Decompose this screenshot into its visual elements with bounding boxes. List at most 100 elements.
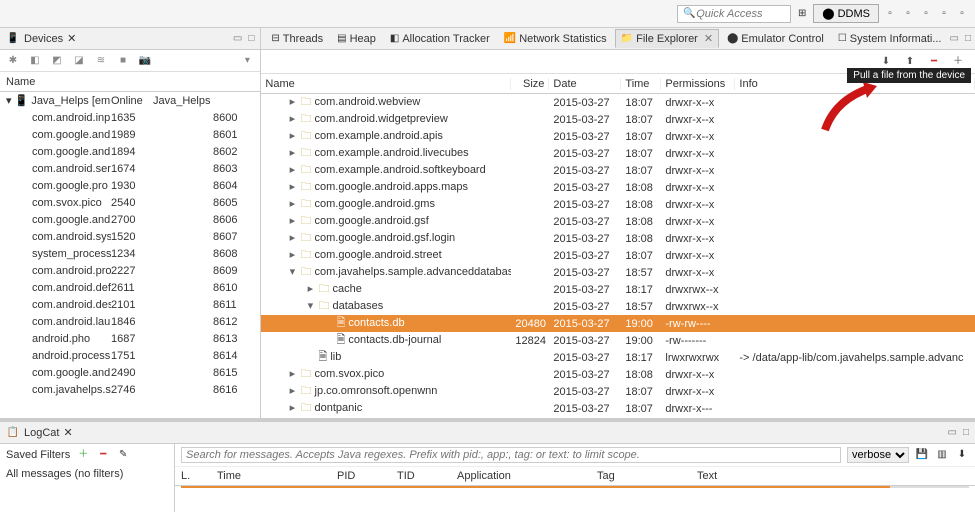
tab-threads[interactable]: ⊟Threads xyxy=(265,30,329,48)
file-row[interactable]: ▸ 🗀 com.google.android.street 2015-03-27… xyxy=(261,247,975,264)
process-row[interactable]: com.google.and18948602 xyxy=(0,143,260,160)
col-level[interactable]: L. xyxy=(181,470,197,482)
logcat-scrollbar[interactable] xyxy=(181,486,969,488)
file-row[interactable]: ▸ 🗀 com.example.android.softkeyboard 201… xyxy=(261,162,975,179)
process-row[interactable]: com.android.inp16358600 xyxy=(0,109,260,126)
process-row[interactable]: com.android.sys15208607 xyxy=(0,228,260,245)
file-row[interactable]: ▸ 🗀 com.android.widgetpreview 2015-03-27… xyxy=(261,111,975,128)
process-row[interactable]: android.pho16878613 xyxy=(0,330,260,347)
close-icon[interactable]: ✕ xyxy=(63,426,72,439)
file-explorer-tree[interactable]: ▸ 🗀 com.android.webview 2015-03-27 18:07… xyxy=(261,94,975,418)
screenshot-icon[interactable]: 📷 xyxy=(138,54,152,68)
dump-hprof-icon[interactable]: ◩ xyxy=(50,54,64,68)
col-tid[interactable]: TID xyxy=(397,470,437,482)
file-row[interactable]: ▸ 🗀 com.google.android.gsf.login 2015-03… xyxy=(261,230,975,247)
quick-access-search[interactable]: 🔍 xyxy=(677,5,791,23)
process-row[interactable]: com.android.ser16748603 xyxy=(0,160,260,177)
toolbar-icon-2[interactable]: ▫ xyxy=(901,7,915,21)
process-row[interactable]: com.android.def26118610 xyxy=(0,279,260,296)
process-row[interactable]: com.google.and19898601 xyxy=(0,126,260,143)
maximize-icon[interactable]: □ xyxy=(963,427,969,438)
process-row[interactable]: android.process17518614 xyxy=(0,347,260,364)
process-row[interactable]: com.google.pro19308604 xyxy=(0,177,260,194)
file-row[interactable]: ▸ 🗀 com.google.android.gsf 2015-03-27 18… xyxy=(261,213,975,230)
tab-heap[interactable]: ▤Heap xyxy=(331,30,382,48)
maximize-icon[interactable]: □ xyxy=(248,33,254,44)
save-log-icon[interactable]: 💾 xyxy=(915,448,929,462)
col-tag[interactable]: Tag xyxy=(597,470,677,482)
clear-log-icon[interactable]: ▥ xyxy=(935,448,949,462)
close-icon[interactable]: ✕ xyxy=(67,32,76,45)
update-heap-icon[interactable]: ◧ xyxy=(28,54,42,68)
logcat-tab[interactable]: 📋 LogCat ✕ ▭ □ xyxy=(0,422,975,444)
file-row[interactable]: 🗎 lib 2015-03-27 18:17 lrwxrwxrwx -> /da… xyxy=(261,349,975,366)
devices-tab[interactable]: 📱 Devices ✕ ▭ □ xyxy=(0,28,260,50)
tab-allocation-tracker[interactable]: ◧Allocation Tracker xyxy=(384,30,496,48)
process-row[interactable]: com.google.and27008606 xyxy=(0,211,260,228)
file-row[interactable]: ▾ 🗀 com.javahelps.sample.advanceddatabas… xyxy=(261,264,975,281)
pull-file-icon[interactable]: ⬇ xyxy=(879,55,893,69)
file-row[interactable]: 🗎 contacts.db 20480 2015-03-27 19:00 -rw… xyxy=(261,315,975,332)
push-file-icon[interactable]: ⬆ xyxy=(903,55,917,69)
close-icon[interactable]: ✕ xyxy=(704,32,713,45)
gc-icon[interactable]: ◪ xyxy=(72,54,86,68)
col-time[interactable]: Time xyxy=(217,470,317,482)
process-row[interactable]: com.android.pro22278609 xyxy=(0,262,260,279)
debug-icon[interactable]: ✱ xyxy=(6,54,20,68)
file-row[interactable]: ▾ 🗀 databases 2015-03-27 18:57 drwxrwx--… xyxy=(261,298,975,315)
col-application[interactable]: Application xyxy=(457,470,577,482)
file-row[interactable]: ▸ 🗀 com.svox.pico 2015-03-27 18:08 drwxr… xyxy=(261,366,975,383)
toolbar-icon-5[interactable]: ▫ xyxy=(955,7,969,21)
process-row[interactable]: com.javahelps.sa27468616 xyxy=(0,381,260,398)
file-row[interactable]: ▸ 🗀 com.example.android.livecubes 2015-0… xyxy=(261,145,975,162)
filter-all-messages[interactable]: All messages (no filters) xyxy=(6,468,168,480)
col-time[interactable]: Time xyxy=(621,78,661,90)
col-size[interactable]: Size xyxy=(511,78,549,90)
file-row[interactable]: ▸ 🗀 com.google.android.apps.maps 2015-03… xyxy=(261,179,975,196)
logcat-level-select[interactable]: verbose xyxy=(847,447,909,463)
col-permissions[interactable]: Permissions xyxy=(661,78,735,90)
devices-list[interactable]: ▾ 📱 Java_Helps [emulaOnlineJava_Helps [5… xyxy=(0,92,260,418)
process-row[interactable]: com.android.lau18468612 xyxy=(0,313,260,330)
file-row[interactable]: ▸ 🗀 com.android.webview 2015-03-27 18:07… xyxy=(261,94,975,111)
process-row[interactable]: system_process12348608 xyxy=(0,245,260,262)
col-text[interactable]: Text xyxy=(697,470,717,482)
view-menu-icon[interactable]: ▾ xyxy=(240,54,254,68)
add-filter-icon[interactable]: ＋ xyxy=(76,448,90,462)
tab-emulator-control[interactable]: ⬤Emulator Control xyxy=(721,30,830,48)
delete-icon[interactable]: ━ xyxy=(927,55,941,69)
new-folder-icon[interactable]: ＋ xyxy=(951,55,965,69)
scroll-lock-icon[interactable]: ⬇ xyxy=(955,448,969,462)
process-row[interactable]: com.svox.pico25408605 xyxy=(0,194,260,211)
col-name[interactable]: Name xyxy=(261,78,511,90)
col-pid[interactable]: PID xyxy=(337,470,377,482)
file-row[interactable]: ▸ 🗀 cache 2015-03-27 18:17 drwxrwx--x xyxy=(261,281,975,298)
process-row[interactable]: com.android.des21018611 xyxy=(0,296,260,313)
tab-system-information[interactable]: ☐System Informati... xyxy=(832,30,948,48)
tab-network-statistics[interactable]: 📶Network Statistics xyxy=(498,30,613,48)
file-row[interactable]: ▸ 🗀 jp.co.omronsoft.openwnn 2015-03-27 1… xyxy=(261,383,975,400)
file-row[interactable]: 🗎 contacts.db-journal 12824 2015-03-27 1… xyxy=(261,332,975,349)
maximize-icon[interactable]: □ xyxy=(965,33,971,44)
toolbar-icon-1[interactable]: ▫ xyxy=(883,7,897,21)
threads-icon[interactable]: ≋ xyxy=(94,54,108,68)
device-parent-row[interactable]: ▾ 📱 Java_Helps [emulaOnlineJava_Helps [5… xyxy=(0,92,260,109)
minimize-icon[interactable]: ▭ xyxy=(233,33,242,44)
logcat-search-input[interactable] xyxy=(181,447,841,463)
file-row[interactable]: ▸ 🗀 com.example.android.apis 2015-03-27 … xyxy=(261,128,975,145)
quick-access-input[interactable] xyxy=(696,8,786,20)
minimize-icon[interactable]: ▭ xyxy=(948,427,957,438)
tab-file-explorer[interactable]: 📁File Explorer✕ xyxy=(615,29,719,48)
process-row[interactable]: com.google.and24908615 xyxy=(0,364,260,381)
edit-filter-icon[interactable]: ✎ xyxy=(116,448,130,462)
file-row[interactable]: ▸ 🗀 dontpanic 2015-03-27 18:07 drwxr-x--… xyxy=(261,400,975,417)
perspective-switch-icon[interactable]: ⊞ xyxy=(795,7,809,21)
perspective-ddms-button[interactable]: ⬤ DDMS xyxy=(813,4,879,23)
toolbar-icon-4[interactable]: ▫ xyxy=(937,7,951,21)
minimize-icon[interactable]: ▭ xyxy=(950,33,959,44)
stop-icon[interactable]: ■ xyxy=(116,54,130,68)
file-row[interactable]: ▸ 🗀 com.google.android.gms 2015-03-27 18… xyxy=(261,196,975,213)
remove-filter-icon[interactable]: ━ xyxy=(96,448,110,462)
col-date[interactable]: Date xyxy=(549,78,621,90)
toolbar-icon-3[interactable]: ▫ xyxy=(919,7,933,21)
